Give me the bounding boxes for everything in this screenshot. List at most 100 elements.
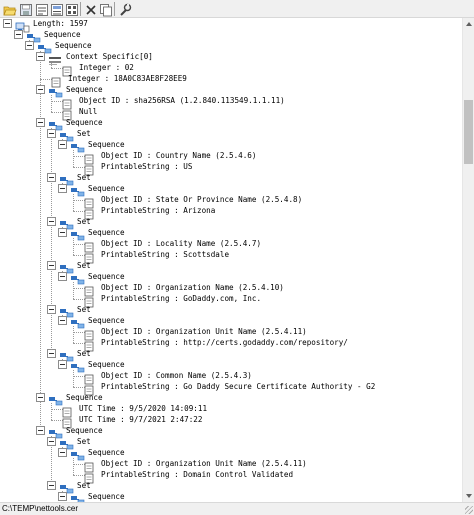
value-icon — [50, 73, 65, 88]
scroll-down-arrow-icon[interactable] — [466, 494, 472, 498]
collapse-toggle-icon[interactable] — [47, 129, 56, 138]
collapse-toggle-icon[interactable] — [58, 228, 67, 237]
tree-node[interactable]: Sequence — [36, 425, 103, 439]
tree-node-label: Context Specific[0] — [66, 52, 153, 61]
resize-grip-icon[interactable] — [465, 506, 473, 514]
tree-leaf-node[interactable]: Object ID : State Or Province Name (2.5.… — [69, 194, 302, 209]
collapse-toggle-icon[interactable] — [3, 19, 12, 28]
tree-node[interactable]: Set — [47, 260, 91, 274]
tree-leaf-node[interactable]: PrintableString : Domain Control Validat… — [69, 469, 293, 484]
tree-leaf-node[interactable]: PrintableString : Scottsdale — [69, 249, 229, 264]
tree-node[interactable]: Sequence — [58, 227, 125, 241]
sequence-icon — [59, 480, 74, 494]
close-button[interactable] — [84, 2, 98, 16]
tree-node[interactable]: Sequence — [58, 359, 125, 373]
settings-button[interactable] — [118, 2, 132, 16]
tree-leaf-node[interactable]: UTC Time : 9/5/2020 14:09:11 — [47, 403, 207, 418]
collapse-toggle-icon[interactable] — [47, 437, 56, 446]
view-hex-button[interactable] — [35, 2, 49, 16]
tree-node[interactable]: Set — [47, 436, 91, 450]
collapse-toggle-icon[interactable] — [58, 272, 67, 281]
tree-node[interactable]: Sequence — [25, 40, 92, 54]
tree-node-label: Set — [77, 261, 91, 270]
collapse-toggle-icon[interactable] — [58, 140, 67, 149]
tree-node-label: Object ID : Common Name (2.5.4.3) — [101, 371, 252, 380]
save-button[interactable] — [19, 2, 33, 16]
collapse-toggle-icon[interactable] — [58, 360, 67, 369]
sequence-icon — [59, 348, 74, 362]
tree-leaf-node[interactable]: UTC Time : 9/7/2021 2:47:22 — [47, 414, 202, 429]
context-specific-icon — [48, 51, 63, 65]
tree-node[interactable]: Sequence — [14, 29, 81, 43]
tree-node[interactable]: Sequence — [58, 139, 125, 153]
tree-leaf-node[interactable]: PrintableString : GoDaddy.com, Inc. — [69, 293, 261, 308]
tree-leaf-node[interactable]: Null — [47, 106, 97, 121]
vertical-scrollbar[interactable] — [462, 18, 474, 502]
tree-leaf-node[interactable]: Integer : 02 — [47, 62, 134, 77]
view-binary-button[interactable] — [65, 2, 79, 16]
tree-leaf-node[interactable]: Integer : 18A0C83AE8F28EE9 — [36, 73, 187, 88]
scroll-thumb[interactable] — [464, 100, 473, 164]
tree-node[interactable]: Sequence — [36, 84, 103, 98]
tree-leaf-node[interactable]: Object ID : Common Name (2.5.4.3) — [69, 370, 252, 385]
tree-node-label: Sequence — [88, 360, 125, 369]
collapse-toggle-icon[interactable] — [14, 30, 23, 39]
tree-node[interactable]: Sequence — [58, 447, 125, 461]
collapse-toggle-icon[interactable] — [58, 316, 67, 325]
tree-leaf-node[interactable]: PrintableString : Arizona — [69, 205, 215, 220]
collapse-toggle-icon[interactable] — [25, 41, 34, 50]
asn1-tree-view[interactable]: Length: 1597 Sequence Sequence Context Spec… — [0, 18, 462, 502]
collapse-toggle-icon[interactable] — [47, 481, 56, 490]
collapse-toggle-icon[interactable] — [36, 85, 45, 94]
view-text-button[interactable] — [50, 2, 64, 16]
tree-node[interactable]: Set — [47, 480, 91, 494]
tree-node[interactable]: Set — [47, 216, 91, 230]
collapse-toggle-icon[interactable] — [47, 173, 56, 182]
tree-leaf-node[interactable]: PrintableString : http://certs.godaddy.c… — [69, 337, 348, 352]
collapse-toggle-icon[interactable] — [58, 448, 67, 457]
collapse-toggle-icon[interactable] — [36, 52, 45, 61]
collapse-toggle-icon[interactable] — [58, 184, 67, 193]
tree-node-label: PrintableString : Go Daddy Secure Certif… — [101, 382, 376, 391]
copy-button[interactable] — [99, 2, 113, 17]
tree-node[interactable]: Context Specific[0] — [36, 51, 153, 65]
open-file-button[interactable] — [3, 2, 17, 16]
collapse-toggle-icon[interactable] — [36, 118, 45, 127]
collapse-toggle-icon[interactable] — [36, 393, 45, 402]
tree-node[interactable]: Sequence — [58, 491, 125, 502]
tree-node-label: PrintableString : US — [101, 162, 193, 171]
tree-leaf-node[interactable]: Object ID : Organization Unit Name (2.5.… — [69, 458, 307, 473]
tree-node[interactable]: Sequence — [36, 392, 103, 406]
tree-node[interactable]: Length: 1597 — [3, 18, 88, 33]
collapse-toggle-icon[interactable] — [47, 217, 56, 226]
tree-leaf-node[interactable]: Object ID : Locality Name (2.5.4.7) — [69, 238, 261, 253]
tree-node[interactable]: Set — [47, 172, 91, 186]
value-icon — [61, 106, 76, 121]
collapse-toggle-icon[interactable] — [36, 426, 45, 435]
tree-node[interactable]: Sequence — [58, 315, 125, 329]
value-icon — [61, 62, 76, 77]
collapse-toggle-icon[interactable] — [58, 492, 67, 501]
tree-node[interactable]: Set — [47, 348, 91, 362]
tree-leaf-node[interactable]: Object ID : sha256RSA (1.2.840.113549.1.… — [47, 95, 285, 110]
tree-leaf-node[interactable]: Object ID : Country Name (2.5.4.6) — [69, 150, 256, 165]
tree-leaf-node[interactable]: PrintableString : US — [69, 161, 193, 176]
tree-node-label: Set — [77, 305, 91, 314]
tree-node[interactable]: Set — [47, 304, 91, 318]
sequence-icon — [70, 447, 85, 461]
scroll-up-arrow-icon[interactable] — [466, 22, 472, 26]
sequence-icon — [48, 425, 63, 439]
collapse-toggle-icon[interactable] — [47, 305, 56, 314]
collapse-toggle-icon[interactable] — [47, 349, 56, 358]
tree-leaf-node[interactable]: Object ID : Organization Name (2.5.4.10) — [69, 282, 284, 297]
tree-node[interactable]: Sequence — [58, 183, 125, 197]
tree-node[interactable]: Sequence — [36, 117, 103, 131]
tree-connector-line — [40, 51, 41, 431]
sequence-icon — [59, 304, 74, 318]
tree-leaf-node[interactable]: Object ID : Organization Unit Name (2.5.… — [69, 326, 307, 341]
toolbar-separator — [114, 2, 115, 16]
collapse-toggle-icon[interactable] — [47, 261, 56, 270]
tree-node[interactable]: Sequence — [58, 271, 125, 285]
tree-node[interactable]: Set — [47, 128, 91, 142]
tree-leaf-node[interactable]: PrintableString : Go Daddy Secure Certif… — [69, 381, 376, 396]
